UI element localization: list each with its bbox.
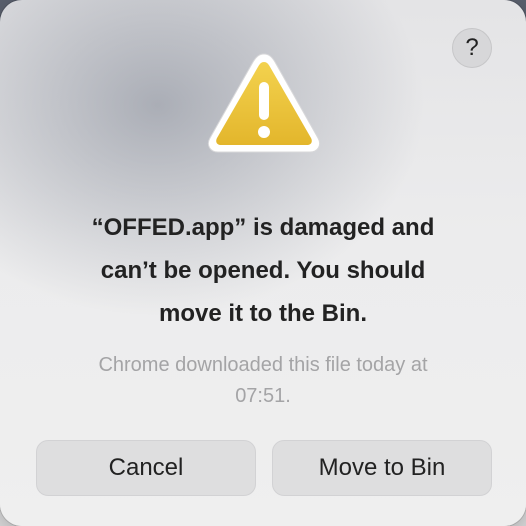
cancel-button[interactable]: Cancel	[36, 440, 256, 496]
alert-dialog: ? “OFFED.app” is damaged and can’t be op…	[0, 0, 526, 526]
move-to-bin-button[interactable]: Move to Bin	[272, 440, 492, 496]
help-button[interactable]: ?	[452, 28, 492, 68]
alert-message: Chrome downloaded this file today at 07:…	[50, 350, 476, 412]
alert-title-line: move it to the Bin.	[158, 300, 367, 327]
cancel-button-label: Cancel	[108, 454, 184, 481]
alert-message-line: 07:51.	[235, 385, 291, 407]
warning-triangle-icon	[207, 53, 321, 153]
alert-title: “OFFED.app” is damaged and can’t be open…	[40, 206, 486, 335]
help-button-label: ?	[465, 34, 479, 61]
alert-message-line: Chrome downloaded this file today at	[98, 354, 428, 376]
move-to-bin-button-label: Move to Bin	[318, 454, 446, 481]
alert-title-line: “OFFED.app” is damaged and	[91, 214, 435, 241]
alert-title-line: can’t be opened. You should	[100, 257, 426, 284]
